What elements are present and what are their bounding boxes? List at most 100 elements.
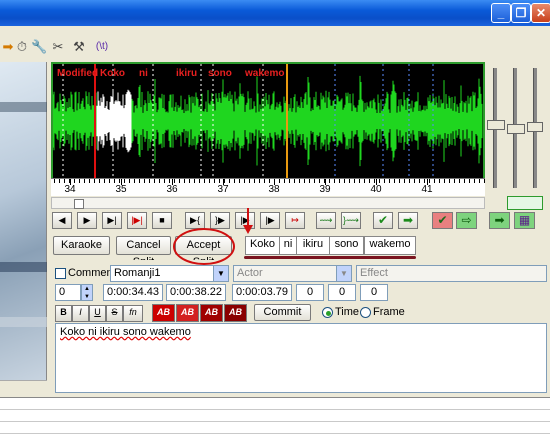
ruler-minor-tick [434, 179, 435, 183]
play-last-500ms-button[interactable]: |▶ [260, 212, 280, 229]
hammer-icon[interactable]: ⚒ [71, 39, 87, 55]
margin-right-field[interactable]: 0 [328, 284, 356, 301]
outline-color-button[interactable]: AB [200, 304, 223, 322]
audio-scrollbar[interactable] [51, 197, 485, 209]
zoom-slider-thumb[interactable] [487, 120, 505, 130]
play-selection-button[interactable]: ▶| [102, 212, 122, 229]
end-time-field[interactable]: 0:00:38.22 [166, 284, 226, 301]
ruler-minor-tick [154, 179, 155, 183]
ruler-minor-tick [389, 179, 390, 183]
syllable-box[interactable]: sono [329, 236, 364, 255]
bold-button[interactable]: B [55, 305, 72, 322]
syllable-box[interactable]: ikiru [296, 236, 330, 255]
ruler-minor-tick [54, 179, 55, 183]
ruler-minor-tick [209, 179, 210, 183]
video-display[interactable] [0, 62, 47, 380]
secondary-color-button[interactable]: AB [176, 304, 199, 322]
syllable-box[interactable]: ni [279, 236, 297, 255]
stop-button[interactable]: ■ [152, 212, 172, 229]
primary-color-button[interactable]: AB [152, 304, 175, 322]
ruler-minor-tick [439, 179, 440, 183]
play-500ms-after-button[interactable]: }▶ [210, 212, 230, 229]
style-dropdown[interactable]: Romanji1 ▼ [110, 265, 229, 282]
next-line-button[interactable]: ▶ [77, 212, 97, 229]
lead-in-button[interactable]: ⟿ [316, 212, 336, 229]
chevron-down-icon[interactable]: ▼ [213, 266, 228, 281]
layer-field[interactable]: 0 [55, 284, 81, 301]
volume-slider-thumb[interactable] [507, 124, 525, 134]
auto-next-toggle[interactable]: ⇨ [456, 212, 477, 229]
time-radio[interactable] [322, 307, 333, 318]
commit-check-button[interactable]: ✔ [373, 212, 393, 229]
actor-dropdown[interactable]: Actor ▼ [233, 265, 352, 282]
effect-field[interactable]: Effect [356, 265, 547, 282]
duration-field[interactable]: 0:00:03.79 [232, 284, 292, 301]
italic-button[interactable]: I [72, 305, 89, 322]
syllable-box[interactable]: wakemo [364, 236, 416, 255]
ruler-minor-tick [164, 179, 165, 183]
ruler-minor-tick [99, 179, 100, 183]
minimize-button[interactable]: _ [491, 3, 511, 23]
maximize-button[interactable]: ❐ [511, 3, 531, 23]
link-toggle[interactable] [507, 196, 543, 210]
chevron-down-icon[interactable]: ▼ [336, 266, 351, 281]
ruler-minor-tick [109, 179, 110, 183]
subtitle-text[interactable]: Koko ni ikiru sono wakemo [60, 326, 191, 338]
ruler-minor-tick [459, 179, 460, 183]
play-500ms-before-button[interactable]: ▶{ [185, 212, 205, 229]
shadow-color-button[interactable]: AB [224, 304, 247, 322]
timer-icon[interactable]: ⏱ [14, 39, 30, 55]
syllable-box[interactable]: Koko [245, 236, 280, 255]
prev-line-button[interactable]: ◀ [52, 212, 72, 229]
ruler-minor-tick [169, 179, 170, 183]
frame-radio[interactable] [360, 307, 371, 318]
tools-icon[interactable]: ✂ [50, 39, 66, 55]
play-line-button[interactable]: |▶| [127, 212, 147, 229]
auto-scroll-toggle[interactable]: ➡ [489, 212, 510, 229]
ruler-minor-tick [369, 179, 370, 183]
strikeout-button[interactable]: S [106, 305, 123, 322]
waveform-syllable-label: sono [208, 68, 232, 79]
scroll-thumb[interactable] [74, 199, 84, 209]
automation-icon[interactable]: (\t) [90, 39, 114, 55]
ruler-minor-tick [124, 179, 125, 183]
ruler-minor-tick [234, 179, 235, 183]
ruler-minor-tick [334, 179, 335, 183]
highlight-ellipse-annotation [173, 228, 235, 265]
ruler-tick-label: 38 [268, 184, 280, 195]
cancel-split-button[interactable]: Cancel Split [116, 236, 171, 268]
subtitles-grid[interactable] [0, 397, 550, 443]
styles-icon[interactable]: 🔧 [31, 39, 47, 55]
auto-commit-toggle[interactable]: ✔ [432, 212, 453, 229]
karaoke-button[interactable]: Karaoke [53, 236, 110, 255]
start-time-field[interactable]: 0:00:34.43 [103, 284, 163, 301]
margin-left-field[interactable]: 0 [296, 284, 324, 301]
ruler-minor-tick [449, 179, 450, 183]
ruler-minor-tick [359, 179, 360, 183]
audio-waveform[interactable]: Modified Koko ni ikiru sono wakemo [51, 62, 485, 196]
ruler-minor-tick [159, 179, 160, 183]
commit-button[interactable]: Commit [254, 304, 311, 321]
close-button[interactable]: ✕ [531, 3, 550, 23]
margin-vertical-field[interactable]: 0 [360, 284, 388, 301]
font-button[interactable]: fn [123, 305, 143, 322]
spectrum-toggle[interactable]: ▦ [514, 212, 535, 229]
time-ruler: 34 35 36 37 38 39 40 41 [51, 178, 485, 196]
subtitle-text-editor[interactable]: Koko ni ikiru sono wakemo [55, 323, 547, 393]
waveform-syllable-label: Koko [100, 68, 125, 79]
goto-next-button[interactable]: ➡ [398, 212, 418, 229]
vzoom-slider-thumb[interactable] [527, 122, 543, 132]
lead-out-button[interactable]: }⟿ [341, 212, 361, 229]
comment-checkbox[interactable] [55, 268, 66, 279]
play-to-end-button[interactable]: ↦ [285, 212, 305, 229]
ruler-minor-tick [149, 179, 150, 183]
ruler-minor-tick [219, 179, 220, 183]
waveform-canvas[interactable]: Modified Koko ni ikiru sono wakemo [53, 64, 483, 178]
ruler-minor-tick [314, 179, 315, 183]
ruler-tick-label: 39 [319, 184, 331, 195]
ruler-minor-tick [354, 179, 355, 183]
ruler-minor-tick [259, 179, 260, 183]
layer-spinner[interactable]: ▲ ▼ [81, 284, 93, 301]
ruler-minor-tick [329, 179, 330, 183]
underline-button[interactable]: U [89, 305, 106, 322]
